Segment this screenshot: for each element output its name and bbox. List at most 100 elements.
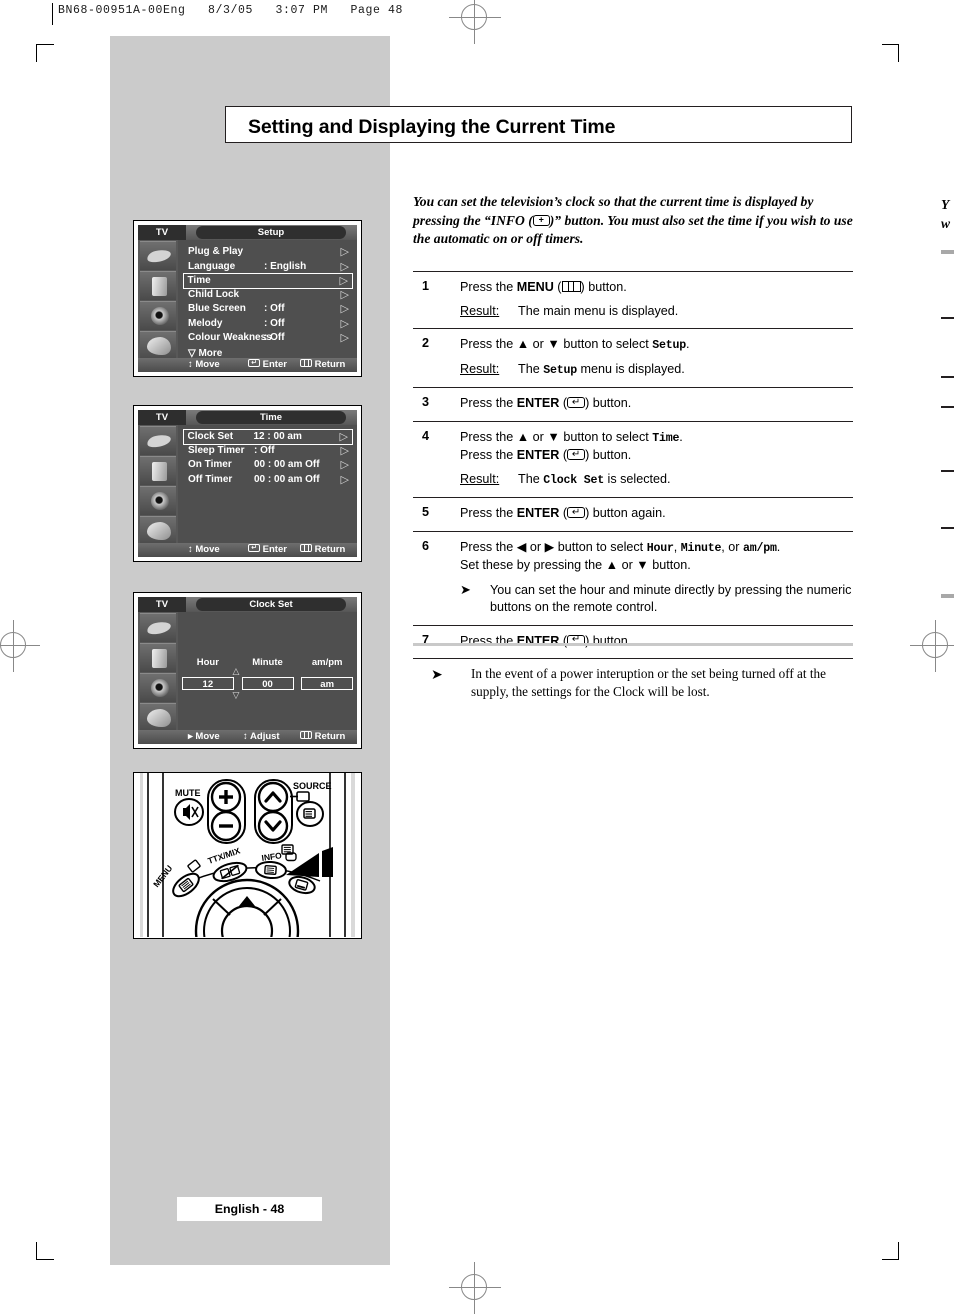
osd-time-nav-move[interactable]: ↕ Move (188, 543, 220, 557)
osd-icon-sound[interactable] (140, 643, 176, 672)
bleed-mark-6 (941, 527, 954, 529)
osd-clockset-nav-move[interactable]: ▸ Move (188, 730, 220, 744)
header-divider-rule (52, 3, 53, 25)
result-label: Result: (460, 303, 500, 318)
final-note: ➤ In the event of a power interuption or… (431, 665, 853, 701)
crop-mark-top-left-v (36, 44, 37, 62)
bleed-mark-1 (941, 250, 954, 254)
osd-clockset-nav-return[interactable]: Return (300, 730, 345, 744)
registration-mark-bottom (449, 1262, 501, 1314)
osd-row-on-timer[interactable]: On Timer 00 : 00 am Off ▷ (184, 458, 353, 473)
osd-row-label: Clock Set (187, 430, 234, 442)
osd-setup-nav-return[interactable]: Return (300, 358, 345, 372)
osd-icon-picture[interactable] (140, 241, 176, 270)
osd-clockset-topbar: TV Clock Set (138, 597, 357, 612)
osd-icon-sound[interactable] (140, 456, 176, 485)
osd-time-tv-label: TV (138, 410, 186, 425)
osd-icon-picture[interactable] (140, 426, 176, 455)
crop-mark-bottom-left-h (36, 1259, 54, 1260)
step-body: Press the ENTER () button. (460, 633, 853, 651)
osd-row-child-lock[interactable]: Child Lock ▷ (184, 288, 353, 303)
osd-row-label: Off Timer (188, 473, 233, 485)
page-title: Setting and Displaying the Current Time (248, 116, 616, 138)
chevron-right-icon[interactable]: ▷ (341, 302, 349, 317)
clockset-minute-value[interactable]: 00 (241, 677, 294, 690)
chevron-right-icon[interactable]: ▷ (341, 317, 349, 332)
remote-source-label: SOURCE (293, 781, 332, 791)
osd-icon-feature[interactable] (140, 331, 176, 360)
step-4: 4 Press the ▲ or ▼ button to select Time.… (413, 422, 853, 498)
osd-clockset-nav-adjust[interactable]: ↕ Adjust (243, 730, 280, 744)
osd-clockset-nav-move-label: Move (195, 731, 220, 742)
osd-icon-channel[interactable] (140, 486, 176, 515)
chevron-right-icon[interactable]: ▷ (340, 274, 348, 289)
enter-button-icon (567, 449, 586, 460)
osd-row-colour-weakness[interactable]: Colour Weakness: Off ▷ (184, 331, 353, 346)
step-6: 6 Press the ◀ or ▶ button to select Hour,… (413, 532, 853, 626)
result-text: The main menu is displayed. (518, 303, 679, 318)
osd-row-label: Language (188, 260, 236, 272)
chevron-right-icon[interactable]: ▷ (341, 331, 349, 346)
osd-icon-sound[interactable] (140, 271, 176, 300)
osd-setup-title: Setup (196, 226, 346, 239)
osd-row-label: Colour Weakness (188, 332, 272, 343)
clockset-ampm-value[interactable]: am (301, 677, 354, 690)
osd-row-off-timer[interactable]: Off Timer 00 : 00 am Off ▷ (184, 473, 353, 488)
step-instruction: Press the ENTER () button again. (460, 506, 666, 520)
step-result: Result: The Clock Set is selected. (460, 471, 853, 490)
osd-time-rows: Clock Set 12 : 00 am ▷ Sleep Timer: Off ▷ On … (178, 425, 357, 543)
osd-row-value: : Off (264, 317, 285, 329)
chevron-right-icon[interactable]: ▷ (341, 245, 349, 260)
osd-row-label: Blue Screen (188, 303, 246, 314)
clockset-fields: 12 00 am (178, 677, 357, 690)
osd-setup-tv-label: TV (138, 225, 186, 240)
chevron-right-icon[interactable]: ▷ (340, 430, 348, 445)
osd-icon-channel[interactable] (140, 673, 176, 702)
osd-setup-nav-move-label: Move (195, 359, 220, 370)
osd-row-melody[interactable]: Melody: Off ▷ (184, 317, 353, 332)
crop-mark-top-right-h (882, 44, 899, 45)
step-instruction: Set these by pressing the ▲ or ▼ button. (460, 558, 691, 572)
chevron-right-icon[interactable]: ▷ (341, 473, 349, 488)
osd-setup-nav-enter[interactable]: Enter (248, 358, 287, 372)
chevron-right-icon[interactable]: ▷ (341, 444, 349, 459)
osd-time-nav-return[interactable]: Return (300, 543, 345, 557)
intro-paragraph: You can set the television’s clock so th… (413, 193, 853, 249)
step-instruction: Press the MENU () button. (460, 280, 627, 294)
osd-row-label: On Timer (188, 459, 232, 470)
osd-icon-picture[interactable] (140, 613, 176, 642)
osd-icon-feature[interactable] (140, 703, 176, 732)
osd-setup-rows: Plug & Play ▷ Language: English ▷ Time ▷ Child… (178, 240, 357, 359)
step-number: 4 (422, 428, 430, 443)
bleed-mark-7 (941, 594, 954, 598)
step-body: Press the ◀ or ▶ button to select Hour, … (460, 539, 853, 617)
osd-setup-nav-move[interactable]: ↕ Move (188, 358, 220, 372)
osd-clockset-navbar: ▸ Move ↕ Adjust Return (138, 730, 357, 744)
osd-setup-nav-enter-label: Enter (262, 359, 287, 370)
osd-setup-menu[interactable]: TV Setup Plug & Play ▷ Language: English ▷ T… (133, 220, 362, 377)
chevron-right-icon[interactable]: ▷ (341, 288, 349, 303)
osd-icon-channel[interactable] (140, 301, 176, 330)
crop-mark-top-right-v (898, 44, 899, 62)
osd-row-value: 00 : 00 am Off (254, 459, 320, 470)
osd-row-plug-play[interactable]: Plug & Play ▷ (184, 245, 353, 260)
osd-time-menu[interactable]: TV Time Clock Set 12 : 00 am ▷ Sleep Timer:… (133, 405, 362, 562)
osd-time-nav-enter[interactable]: Enter (248, 543, 287, 557)
osd-row-blue-screen[interactable]: Blue Screen: Off ▷ (184, 302, 353, 317)
result-text: The Clock Set is selected. (518, 471, 671, 487)
right-arrow-icon: ▸ (188, 731, 193, 742)
osd-clockset-menu[interactable]: TV Clock Set Hour Minute am/pm △ ▽ 12 00… (133, 592, 362, 749)
step-note-text: You can set the hour and minute directly… (490, 582, 852, 615)
osd-icon-feature[interactable] (140, 516, 176, 545)
osd-row-value: : Off (254, 444, 275, 456)
clockset-hour-down-icon[interactable]: ▽ (210, 691, 262, 701)
crop-mark-bottom-right-h (882, 1259, 899, 1260)
bleed-mark-2 (941, 317, 954, 319)
remote-control-illustration: MUTE SOURCE MENU TTX/MIX INFO (133, 772, 362, 984)
clockset-hour-up-icon[interactable]: △ (210, 667, 262, 677)
chevron-right-icon[interactable]: ▷ (341, 458, 349, 473)
osd-setup-nav-return-label: Return (314, 359, 346, 370)
clockset-hour-value[interactable]: 12 (181, 677, 234, 690)
osd-row-sleep-timer[interactable]: Sleep Timer: Off ▷ (184, 444, 353, 459)
crop-mark-bottom-left-v (36, 1242, 37, 1260)
